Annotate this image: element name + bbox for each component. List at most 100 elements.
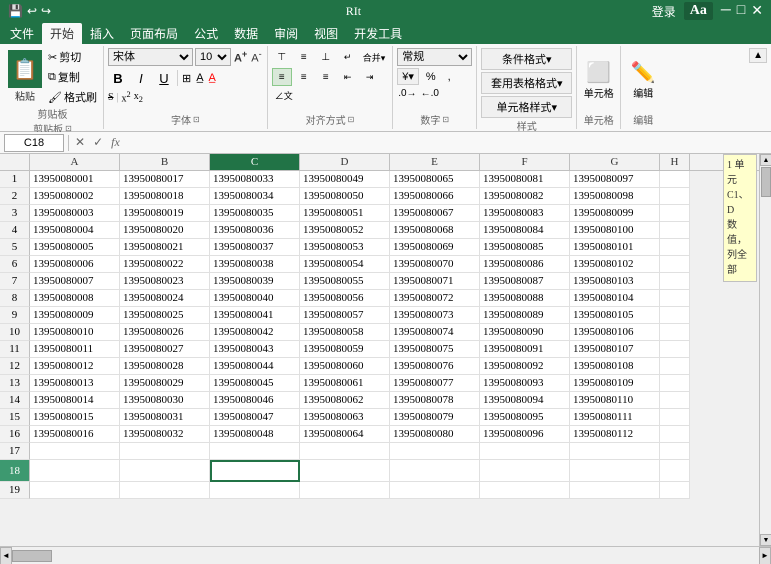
cell-r5-c2[interactable]: 13950080021	[120, 239, 210, 256]
strikethrough-button[interactable]: S	[108, 92, 114, 103]
cell-r3-c1[interactable]: 13950080003	[30, 205, 120, 222]
cut-button[interactable]: ✂ 剪切	[46, 48, 99, 66]
cell-r5-c7[interactable]: 13950080101	[570, 239, 660, 256]
row-header-17[interactable]: 17	[0, 443, 30, 460]
menu-insert[interactable]: 插入	[82, 23, 122, 44]
cell-r11-c8[interactable]	[660, 341, 690, 358]
cell-r9-c5[interactable]: 13950080073	[390, 307, 480, 324]
row-header-15[interactable]: 15	[0, 409, 30, 426]
cell-r7-c7[interactable]: 13950080103	[570, 273, 660, 290]
col-header-a[interactable]: A	[30, 154, 120, 170]
italic-button[interactable]: I	[131, 68, 151, 88]
cell-r7-c3[interactable]: 13950080039	[210, 273, 300, 290]
cell-r16-c8[interactable]	[660, 426, 690, 443]
cell-r12-c5[interactable]: 13950080076	[390, 358, 480, 375]
cell-r6-c1[interactable]: 13950080006	[30, 256, 120, 273]
cell-r8-c5[interactable]: 13950080072	[390, 290, 480, 307]
cell-r16-c1[interactable]: 13950080016	[30, 426, 120, 443]
wrap-text-button[interactable]: ↵	[338, 48, 358, 66]
cell-r18-c6[interactable]	[480, 460, 570, 482]
cell-r17-c6[interactable]	[480, 443, 570, 460]
font-color-button[interactable]: A̲	[208, 71, 217, 85]
orientation-button[interactable]: ∠文	[272, 88, 296, 103]
border-button[interactable]: ⊞	[181, 71, 192, 86]
cell-r16-c3[interactable]: 13950080048	[210, 426, 300, 443]
cell-r7-c1[interactable]: 13950080007	[30, 273, 120, 290]
menu-data[interactable]: 数据	[226, 23, 266, 44]
undo-icon[interactable]: ↩	[27, 4, 37, 19]
format-painter-button[interactable]: 🖌 格式刷	[46, 88, 99, 106]
cell-r2-c1[interactable]: 13950080002	[30, 188, 120, 205]
horizontal-scrollbar-track[interactable]	[12, 548, 759, 564]
cell-r10-c4[interactable]: 13950080058	[300, 324, 390, 341]
row-header-1[interactable]: 1	[0, 171, 30, 188]
number-expand-icon[interactable]: ⊡	[442, 115, 449, 124]
cell-r5-c3[interactable]: 13950080037	[210, 239, 300, 256]
cell-r17-c4[interactable]	[300, 443, 390, 460]
cell-r4-c2[interactable]: 13950080020	[120, 222, 210, 239]
cell-r13-c4[interactable]: 13950080061	[300, 375, 390, 392]
font-grow-button[interactable]: A+	[233, 48, 248, 66]
cell-r19-c2[interactable]	[120, 482, 210, 499]
cell-r12-c1[interactable]: 13950080012	[30, 358, 120, 375]
cell-r1-c1[interactable]: 13950080001	[30, 171, 120, 188]
menu-developer[interactable]: 开发工具	[346, 23, 410, 44]
cell-styles-button[interactable]: 单元格样式▾	[481, 96, 572, 118]
menu-file[interactable]: 文件	[2, 23, 42, 44]
cell-r10-c1[interactable]: 13950080010	[30, 324, 120, 341]
cell-r1-c6[interactable]: 13950080081	[480, 171, 570, 188]
scroll-left-button[interactable]: ◄	[0, 547, 12, 564]
cell-r4-c7[interactable]: 13950080100	[570, 222, 660, 239]
font-expand-icon[interactable]: ⊡	[193, 115, 200, 124]
cell-r8-c2[interactable]: 13950080024	[120, 290, 210, 307]
formula-input[interactable]	[126, 134, 767, 152]
cell-r18-c3[interactable]	[210, 460, 300, 482]
align-center-button[interactable]: ≡	[294, 68, 314, 86]
cell-r11-c4[interactable]: 13950080059	[300, 341, 390, 358]
cell-r6-c5[interactable]: 13950080070	[390, 256, 480, 273]
row-header-7[interactable]: 7	[0, 273, 30, 290]
cell-r10-c5[interactable]: 13950080074	[390, 324, 480, 341]
cell-r12-c4[interactable]: 13950080060	[300, 358, 390, 375]
cell-r9-c1[interactable]: 13950080009	[30, 307, 120, 324]
cell-r4-c1[interactable]: 13950080004	[30, 222, 120, 239]
cell-r16-c2[interactable]: 13950080032	[120, 426, 210, 443]
confirm-formula-button[interactable]: ✓	[91, 135, 105, 150]
cell-r15-c2[interactable]: 13950080031	[120, 409, 210, 426]
cell-r8-c6[interactable]: 13950080088	[480, 290, 570, 307]
cell-r14-c2[interactable]: 13950080030	[120, 392, 210, 409]
merge-button[interactable]: 合并▾	[360, 48, 389, 66]
bold-button[interactable]: B	[108, 68, 128, 88]
cell-r6-c3[interactable]: 13950080038	[210, 256, 300, 273]
cell-r5-c5[interactable]: 13950080069	[390, 239, 480, 256]
cell-r19-c5[interactable]	[390, 482, 480, 499]
alignment-expand-icon[interactable]: ⊡	[348, 115, 355, 124]
fill-color-button[interactable]: A̲	[195, 71, 204, 85]
cell-r18-c8[interactable]	[660, 460, 690, 482]
cell-r11-c5[interactable]: 13950080075	[390, 341, 480, 358]
cell-r14-c3[interactable]: 13950080046	[210, 392, 300, 409]
cell-r14-c5[interactable]: 13950080078	[390, 392, 480, 409]
row-header-13[interactable]: 13	[0, 375, 30, 392]
cell-r6-c8[interactable]	[660, 256, 690, 273]
cell-r17-c2[interactable]	[120, 443, 210, 460]
cell-r2-c4[interactable]: 13950080050	[300, 188, 390, 205]
maximize-icon[interactable]: □	[737, 3, 745, 19]
cell-r14-c6[interactable]: 13950080094	[480, 392, 570, 409]
cell-r18-c4[interactable]	[300, 460, 390, 482]
save-icon[interactable]: 💾	[8, 4, 23, 19]
conditional-format-button[interactable]: 条件格式▾	[481, 48, 572, 70]
cell-r10-c7[interactable]: 13950080106	[570, 324, 660, 341]
cell-r14-c1[interactable]: 13950080014	[30, 392, 120, 409]
cell-r4-c3[interactable]: 13950080036	[210, 222, 300, 239]
menu-view[interactable]: 视图	[306, 23, 346, 44]
align-bottom-button[interactable]: ⊥	[316, 48, 336, 66]
cell-r12-c3[interactable]: 13950080044	[210, 358, 300, 375]
cell-r13-c6[interactable]: 13950080093	[480, 375, 570, 392]
row-header-10[interactable]: 10	[0, 324, 30, 341]
cell-r17-c1[interactable]	[30, 443, 120, 460]
edit-button[interactable]: ✏️ 编辑	[629, 48, 658, 112]
menu-formula[interactable]: 公式	[186, 23, 226, 44]
row-header-11[interactable]: 11	[0, 341, 30, 358]
cell-r5-c1[interactable]: 13950080005	[30, 239, 120, 256]
